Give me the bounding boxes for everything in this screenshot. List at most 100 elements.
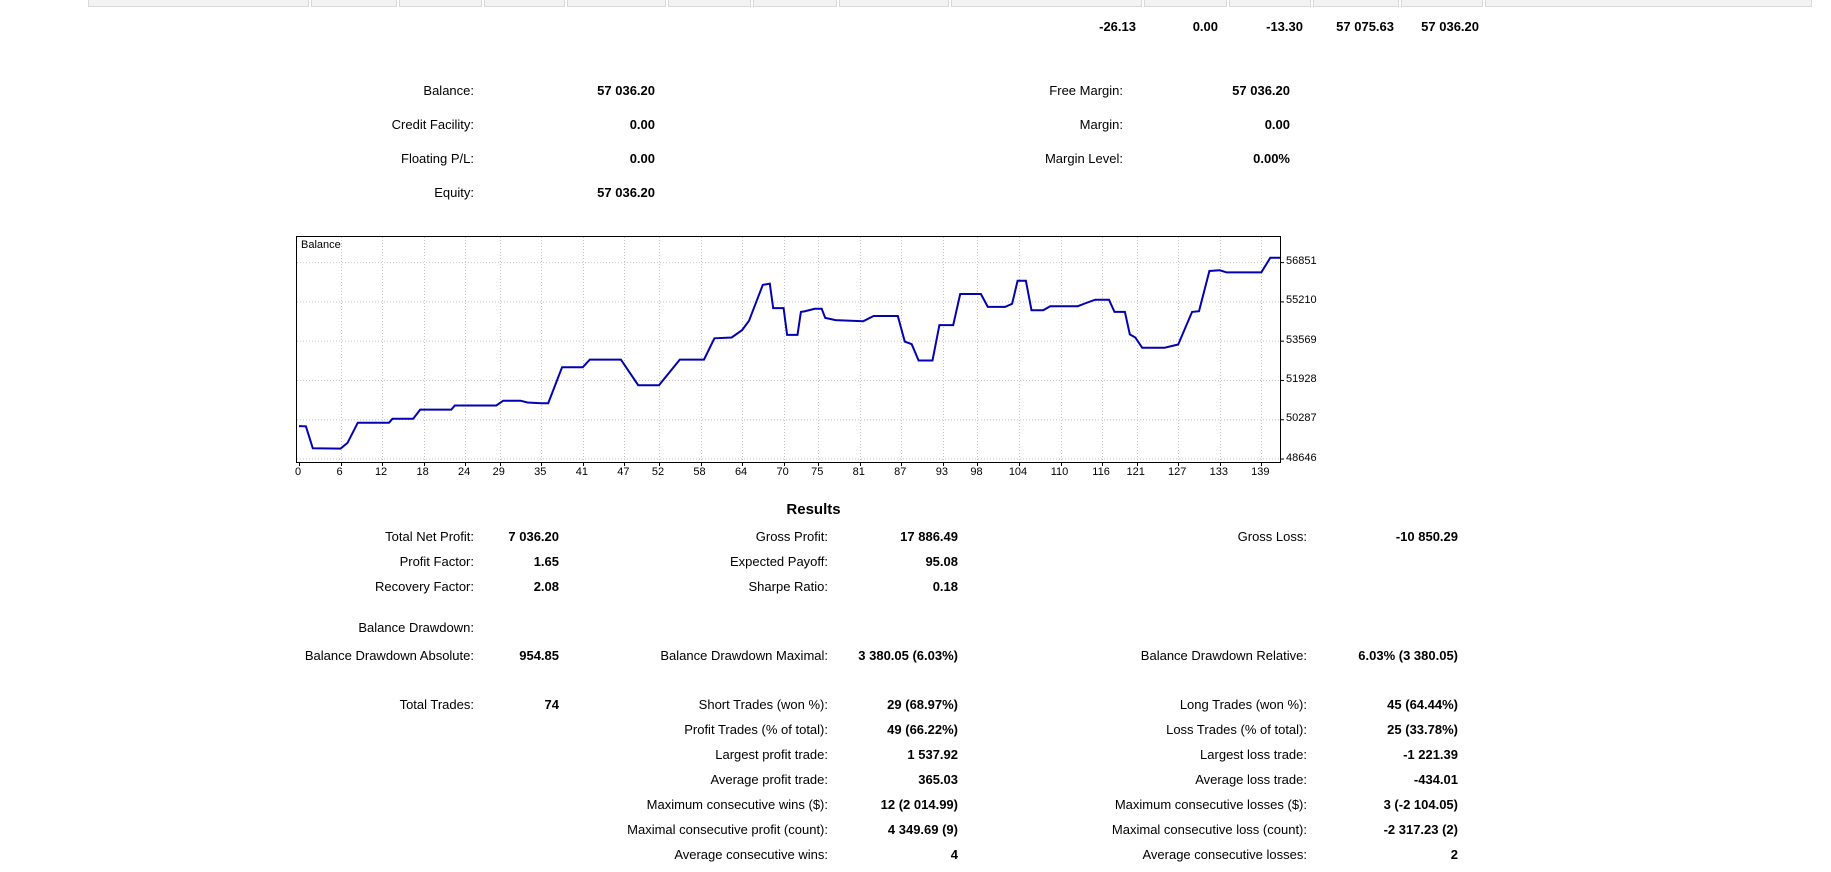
table-header-cell	[1485, 0, 1812, 7]
stat-label: Balance Drawdown Relative:	[1141, 648, 1307, 664]
table-header-cell	[951, 0, 1142, 7]
table-header-cell	[88, 0, 309, 7]
x-tick-label: 18	[403, 466, 443, 479]
stat-label: Expected Payoff:	[730, 554, 828, 570]
stat-value: -2 317.23 (2)	[1384, 822, 1458, 838]
totals-profit: -13.30	[1266, 19, 1303, 35]
stat-label: Recovery Factor:	[375, 579, 474, 595]
table-header-cell	[668, 0, 751, 7]
table-header-cell	[484, 0, 565, 7]
x-tick-label: 58	[680, 466, 720, 479]
stat-label: Largest profit trade:	[715, 747, 828, 763]
stat-label: Average consecutive losses:	[1142, 847, 1307, 863]
chart-series-label: Balance	[301, 239, 341, 251]
stat-label: Maximum consecutive losses ($):	[1115, 797, 1307, 813]
stat-value: 954.85	[519, 648, 559, 664]
summary-label: Balance:	[423, 83, 474, 99]
stat-value: 365.03	[918, 772, 958, 788]
stat-value: 49 (66.22%)	[887, 722, 958, 738]
x-tick-label: 98	[956, 466, 996, 479]
stat-value: -1 221.39	[1403, 747, 1458, 763]
x-tick-label: 139	[1240, 466, 1280, 479]
stat-value: 12 (2 014.99)	[881, 797, 958, 813]
stat-value: 17 886.49	[900, 529, 958, 545]
stat-label: Average consecutive wins:	[674, 847, 828, 863]
stat-label: Balance Drawdown Absolute:	[305, 648, 474, 664]
stat-label: Maximal consecutive profit (count):	[627, 822, 828, 838]
summary-label: Floating P/L:	[401, 151, 474, 167]
results-title: Results	[87, 501, 1540, 518]
stat-label: Maximal consecutive loss (count):	[1112, 822, 1307, 838]
stat-value: 2.08	[534, 579, 559, 595]
stat-label: Gross Profit:	[756, 529, 828, 545]
stat-value: -10 850.29	[1396, 529, 1458, 545]
stat-value: 25 (33.78%)	[1387, 722, 1458, 738]
stat-label: Largest loss trade:	[1200, 747, 1307, 763]
stat-label: Profit Trades (% of total):	[684, 722, 828, 738]
x-tick-label: 0	[278, 466, 318, 479]
stat-label: Total Trades:	[400, 697, 474, 713]
stat-value: 7 036.20	[508, 529, 559, 545]
summary-value: 0.00	[1265, 117, 1290, 133]
table-header-cell	[1313, 0, 1399, 7]
table-header-cell	[311, 0, 397, 7]
totals-swap: 0.00	[1193, 19, 1218, 35]
y-tick-label: 53569	[1286, 334, 1317, 347]
x-tick-label: 121	[1116, 466, 1156, 479]
stat-value: 0.18	[933, 579, 958, 595]
x-tick-label: 133	[1199, 466, 1239, 479]
stat-label: Profit Factor:	[400, 554, 474, 570]
stat-value: 1 537.92	[907, 747, 958, 763]
y-tick-label: 51928	[1286, 373, 1317, 386]
summary-value: 57 036.20	[597, 83, 655, 99]
stat-label: Gross Loss:	[1238, 529, 1307, 545]
stat-label: Sharpe Ratio:	[749, 579, 829, 595]
stat-value: 29 (68.97%)	[887, 697, 958, 713]
x-tick-label: 12	[361, 466, 401, 479]
table-header-cell	[1401, 0, 1483, 7]
summary-value: 57 036.20	[597, 185, 655, 201]
stat-value: 4	[951, 847, 958, 863]
stat-label: Average profit trade:	[710, 772, 828, 788]
summary-label: Margin Level:	[1045, 151, 1123, 167]
summary-value: 0.00	[630, 117, 655, 133]
table-header-cell	[753, 0, 837, 7]
x-tick-label: 29	[479, 466, 519, 479]
balance-chart: Balance	[296, 236, 1281, 463]
summary-value: 57 036.20	[1232, 83, 1290, 99]
summary-label: Free Margin:	[1049, 83, 1123, 99]
x-tick-label: 110	[1040, 466, 1080, 479]
stat-value: -434.01	[1414, 772, 1458, 788]
stat-label: Total Net Profit:	[385, 529, 474, 545]
x-tick-label: 52	[638, 466, 678, 479]
x-tick-label: 127	[1157, 466, 1197, 479]
x-tick-label: 6	[320, 466, 360, 479]
table-header-cell	[399, 0, 482, 7]
stat-value: 74	[545, 697, 559, 713]
summary-label: Margin:	[1080, 117, 1123, 133]
stat-label: Maximum consecutive wins ($):	[647, 797, 828, 813]
summary-value: 0.00	[630, 151, 655, 167]
summary-label: Equity:	[434, 185, 474, 201]
table-header-cell	[567, 0, 666, 7]
stat-value: 45 (64.44%)	[1387, 697, 1458, 713]
balance-chart-plot	[297, 237, 1280, 462]
stat-value: 3 (-2 104.05)	[1384, 797, 1458, 813]
table-header-cell	[1229, 0, 1311, 7]
stat-label: Short Trades (won %):	[699, 697, 828, 713]
x-tick-label: 35	[520, 466, 560, 479]
stat-value: 2	[1451, 847, 1458, 863]
x-tick-label: 75	[797, 466, 837, 479]
stat-label: Balance Drawdown Maximal:	[660, 648, 828, 664]
stat-label: Loss Trades (% of total):	[1166, 722, 1307, 738]
stat-label: Long Trades (won %):	[1180, 697, 1307, 713]
stat-value: 3 380.05 (6.03%)	[858, 648, 958, 664]
stat-label: Balance Drawdown:	[358, 620, 474, 636]
x-tick-label: 81	[839, 466, 879, 479]
summary-value: 0.00%	[1253, 151, 1290, 167]
stat-value: 4 349.69 (9)	[888, 822, 958, 838]
x-tick-label: 104	[998, 466, 1038, 479]
totals-equity: 57 075.63	[1336, 19, 1394, 35]
backtest-report-page: -26.13 0.00 -13.30 57 075.63 57 036.20 B…	[0, 0, 1831, 872]
totals-balance: 57 036.20	[1421, 19, 1479, 35]
